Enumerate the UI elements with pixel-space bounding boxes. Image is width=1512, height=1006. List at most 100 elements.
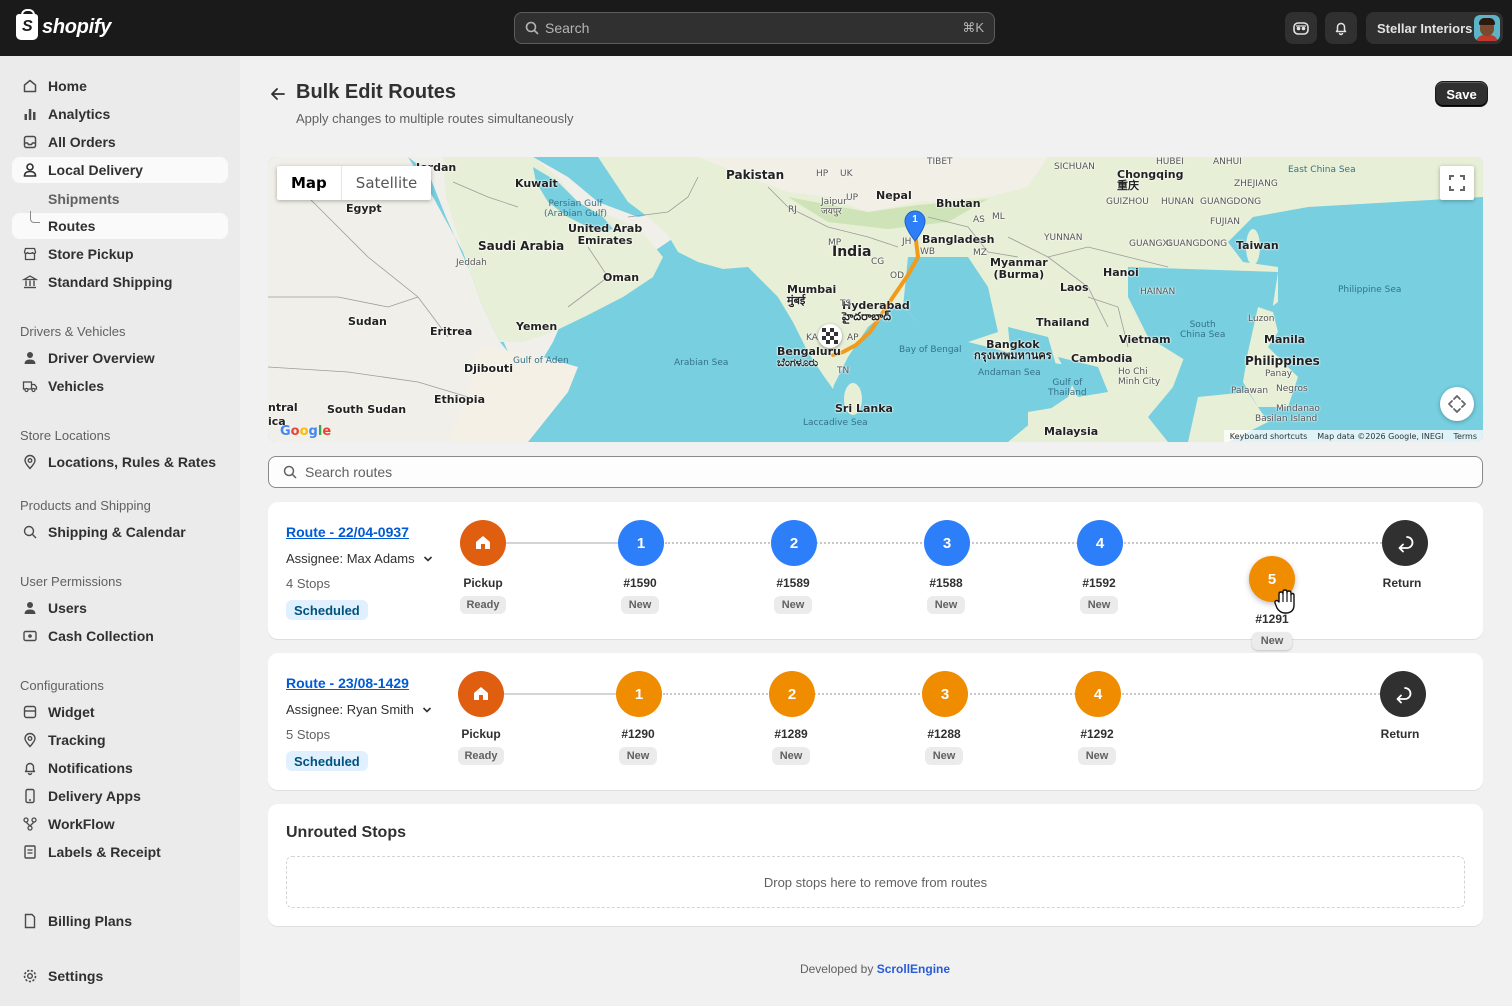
return-stop[interactable] — [1382, 520, 1428, 566]
map-label: Yemen — [516, 320, 558, 333]
route-map[interactable]: Jordan Kuwait Egypt Persian Gulf (Arabia… — [268, 157, 1483, 442]
search-icon — [283, 465, 297, 479]
avatar — [1474, 15, 1500, 41]
fullscreen-icon — [1449, 175, 1465, 191]
stop-status-badge: New — [772, 747, 810, 765]
section-title-permissions: User Permissions — [20, 574, 122, 589]
sidebar-item-notifications[interactable]: Notifications — [12, 755, 228, 781]
return-stop[interactable] — [1380, 671, 1426, 717]
assignee-dropdown[interactable]: Assignee: Max Adams — [286, 551, 433, 566]
sidebar-item-widget[interactable]: Widget — [12, 699, 228, 725]
map-camera-control-button[interactable] — [1440, 387, 1474, 421]
location-pin-icon — [22, 732, 38, 748]
sidebar-item-routes[interactable]: Routes — [12, 211, 228, 239]
map-label: Laos — [1060, 281, 1089, 294]
sidekick-button[interactable] — [1285, 12, 1317, 44]
store-icon — [474, 687, 488, 700]
map-label: Hyderabad హైదరాబాద్ — [842, 299, 910, 323]
map-label: Bhutan — [936, 197, 981, 210]
footer: Developed by ScrollEngine — [799, 962, 951, 976]
map-attribution: Keyboard shortcuts Map data ©2026 Google… — [1223, 430, 1483, 442]
route-stop[interactable]: 4 — [1077, 520, 1123, 566]
route-stop[interactable]: 2 — [769, 671, 815, 717]
scrollengine-link[interactable]: ScrollEngine — [877, 962, 950, 976]
route-stop[interactable]: 1 — [616, 671, 662, 717]
map-label: Jaipur जयपुर — [821, 197, 847, 217]
sidebar-item-local-delivery[interactable]: Local Delivery — [12, 157, 228, 183]
shopify-logo[interactable]: S shopify — [16, 9, 111, 40]
sidebar-item-all-orders[interactable]: All Orders — [12, 129, 228, 155]
route-stop[interactable]: 2 — [771, 520, 817, 566]
section-title-config: Configurations — [20, 678, 104, 693]
sidebar-item-tracking[interactable]: Tracking — [12, 727, 228, 753]
map-label: TN — [837, 366, 850, 376]
sidebar-item-standard-shipping[interactable]: Standard Shipping — [12, 269, 228, 295]
sidebar-item-locations[interactable]: Locations, Rules & Rates — [12, 449, 228, 475]
bell-icon — [22, 760, 38, 776]
sidebar-item-workflow[interactable]: WorkFlow — [12, 811, 228, 837]
map-data-text: Map data ©2026 Google, INEGI — [1317, 431, 1444, 441]
route-stop[interactable]: 3 — [922, 671, 968, 717]
section-title-drivers: Drivers & Vehicles — [20, 324, 126, 339]
sidebar-item-billing-plans[interactable]: Billing Plans — [12, 908, 228, 934]
map-type-satellite-button[interactable]: Satellite — [342, 166, 431, 200]
map-label: Persian Gulf (Arabian Gulf) — [544, 199, 608, 219]
sidebar-item-home[interactable]: Home — [12, 73, 228, 99]
route-stop[interactable]: 3 — [924, 520, 970, 566]
global-search-input[interactable]: Search ⌘K — [514, 12, 995, 44]
stop-status-badge: New — [774, 596, 812, 614]
route-stop[interactable]: 4 — [1075, 671, 1121, 717]
stop-label: Return — [1382, 576, 1422, 590]
document-icon — [22, 913, 38, 929]
route-title-link[interactable]: Route - 22/04-0937 — [286, 524, 409, 540]
map-label: Taiwan — [1236, 239, 1279, 252]
back-arrow-icon[interactable] — [268, 84, 288, 104]
search-routes-input[interactable]: Search routes — [268, 456, 1483, 488]
terms-link[interactable]: Terms — [1453, 432, 1477, 441]
map-label: ntral — [268, 401, 298, 414]
sidebar-item-delivery-apps[interactable]: Delivery Apps — [12, 783, 228, 809]
sidebar-item-analytics[interactable]: Analytics — [12, 101, 228, 127]
store-menu-button[interactable]: Stellar Interiors — [1366, 12, 1503, 44]
map-label: Jeddah — [456, 258, 487, 268]
map-type-map-button[interactable]: Map — [277, 166, 342, 200]
unrouted-dropzone[interactable]: Drop stops here to remove from routes — [286, 856, 1465, 908]
sidebar-item-users[interactable]: Users — [12, 595, 228, 621]
route-stop[interactable]: 1 — [618, 520, 664, 566]
sidebar-item-driver-overview[interactable]: Driver Overview — [12, 345, 228, 371]
map-label: Bangladesh — [922, 233, 995, 246]
sidebar-item-labels-receipt[interactable]: Labels & Receipt — [12, 839, 228, 865]
sidebar: Home Analytics All Orders Local Delivery… — [0, 56, 240, 1006]
map-marker-pin[interactable]: 1 — [903, 210, 927, 242]
map-label: GUANGDONG — [1200, 197, 1262, 207]
map-label: AS — [973, 215, 985, 225]
pickup-stop[interactable] — [460, 520, 506, 566]
map-label: Gulf of Aden — [513, 356, 569, 366]
map-label: Mindanao — [1276, 404, 1320, 414]
map-label: ZHEJIANG — [1234, 179, 1278, 189]
stops-count: 5 Stops — [286, 727, 331, 742]
fullscreen-button[interactable] — [1440, 166, 1474, 200]
truck-icon — [22, 378, 38, 394]
notifications-button[interactable] — [1325, 12, 1357, 44]
map-label: India — [832, 244, 872, 260]
grab-cursor-icon — [1274, 589, 1295, 614]
route-title-link[interactable]: Route - 23/08-1429 — [286, 675, 409, 691]
store-name: Stellar Interiors — [1377, 20, 1473, 36]
save-button[interactable]: Save — [1435, 81, 1488, 107]
keyboard-shortcuts-link[interactable]: Keyboard shortcuts — [1230, 432, 1307, 441]
assignee-dropdown[interactable]: Assignee: Ryan Smith — [286, 702, 432, 717]
sidebar-item-shipping-calendar[interactable]: Shipping & Calendar — [12, 519, 228, 545]
map-label: GUANGXI — [1129, 239, 1172, 249]
person-icon — [22, 162, 38, 178]
person-icon — [22, 600, 38, 616]
sidebar-item-cash-collection[interactable]: Cash Collection — [12, 623, 228, 649]
sidebar-item-store-pickup[interactable]: Store Pickup — [12, 241, 228, 267]
map-label: Gulf of Thailand — [1048, 378, 1087, 398]
sidebar-item-shipments[interactable]: Shipments — [48, 191, 120, 207]
map-label: Hanoi — [1103, 266, 1139, 279]
pickup-stop[interactable] — [458, 671, 504, 717]
sidebar-item-vehicles[interactable]: Vehicles — [12, 373, 228, 399]
stop-status-badge: New — [1252, 632, 1292, 650]
map-label: United Arab Emirates — [568, 222, 643, 247]
